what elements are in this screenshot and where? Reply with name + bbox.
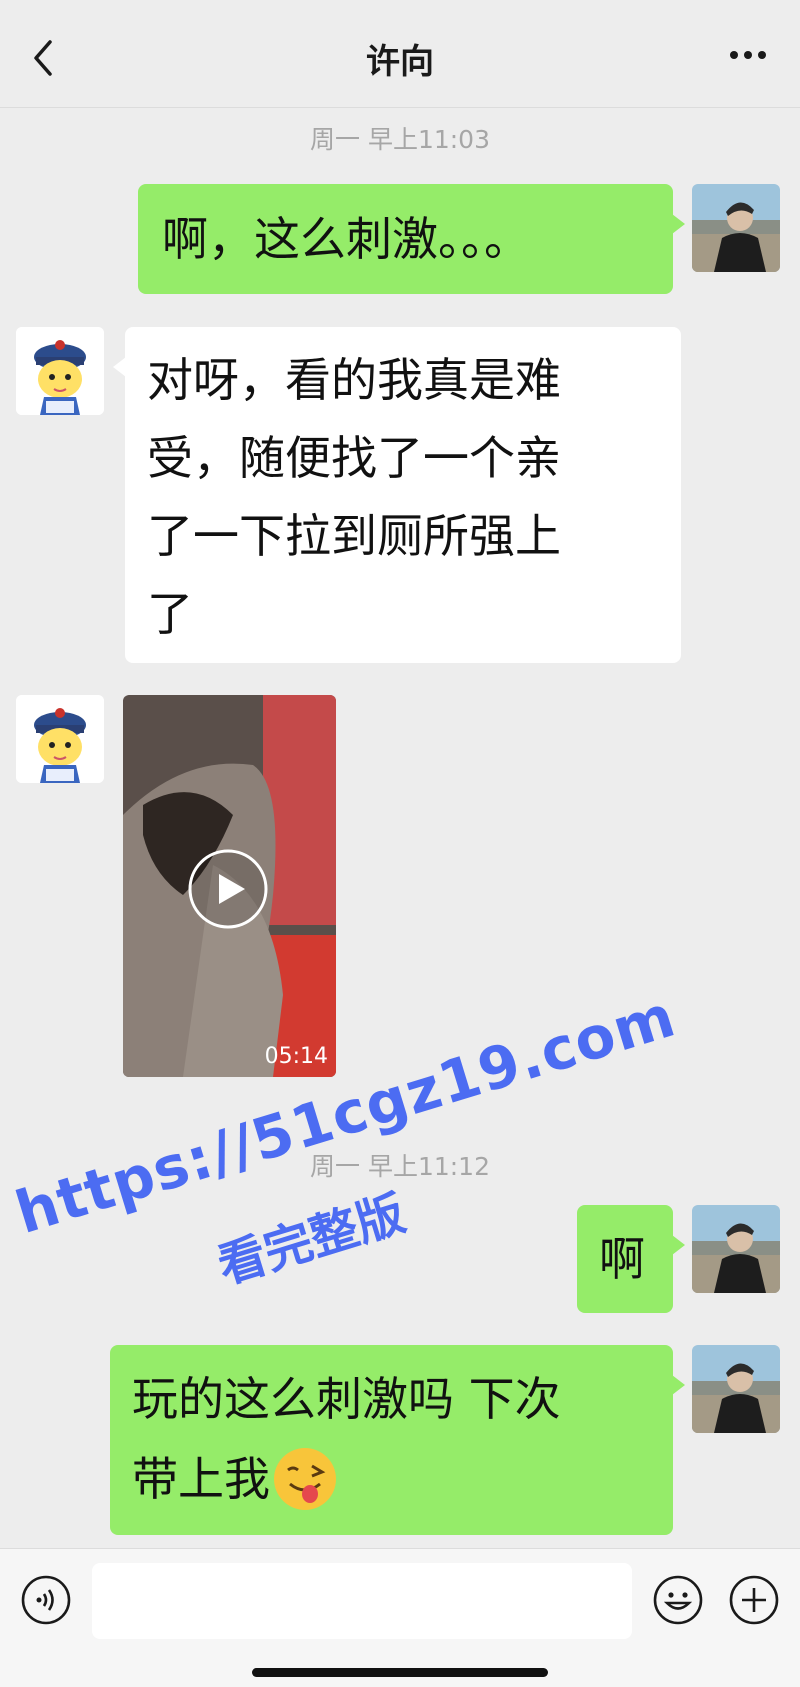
chat-header: 许向 [0,0,800,108]
message-text-line: 受，随便找了一个亲 [147,431,561,485]
message-text-line: 玩的这么刺激吗 下次 [132,1372,561,1426]
message-bubble-other[interactable]: 对呀，看的我真是难 受，随便找了一个亲 了一下拉到厕所强上 了 [113,327,681,663]
message-text: 啊 [599,1232,645,1286]
message-text-line: 对呀，看的我真是难 [147,353,561,407]
self-avatar[interactable] [692,184,780,272]
timestamp: 周一 早上11:03 [310,125,490,154]
plus-icon[interactable] [728,1574,780,1626]
voice-icon[interactable] [20,1574,72,1626]
self-avatar[interactable] [692,1345,780,1433]
message-text-line: 带上我 [132,1452,270,1506]
contact-avatar[interactable] [16,695,104,783]
video-duration: 05:14 [264,1044,328,1069]
contact-avatar[interactable] [16,327,104,415]
message-text: 啊，这么刺激。。。 [162,212,530,266]
self-avatar[interactable] [692,1205,780,1293]
message-input[interactable] [92,1563,632,1639]
message-text-line: 了一下拉到厕所强上 [147,509,561,563]
message-bubble-self[interactable]: 啊，这么刺激。。。 [138,184,685,294]
play-icon[interactable] [187,848,269,930]
input-bar [0,1548,800,1687]
watermark-text: 看完整版 [211,1185,412,1296]
winking-tongue-emoji [274,1448,336,1510]
emoji-icon[interactable] [652,1574,704,1626]
chat-title: 许向 [366,42,434,82]
video-message[interactable]: 05:14 [123,695,336,1077]
watermark: https://51cgz19.com 看完整版 [8,982,683,1320]
home-indicator [252,1668,548,1677]
message-bubble-self[interactable]: 啊 [577,1205,685,1313]
message-bubble-self[interactable]: 玩的这么刺激吗 下次 带上我 [110,1345,685,1535]
more-dots-icon[interactable] [728,40,768,70]
message-text-line: 了 [147,587,193,641]
